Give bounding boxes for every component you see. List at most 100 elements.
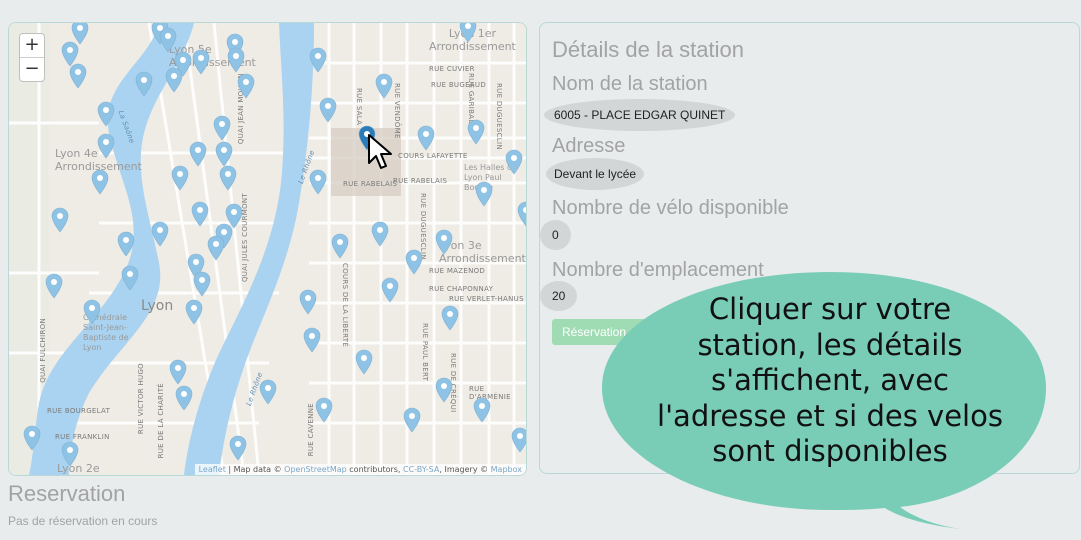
map-pin-icon — [97, 133, 115, 159]
reservation-title: Reservation — [8, 481, 126, 506]
map-pin-icon — [215, 141, 233, 167]
attribution-text: , Imagery © — [439, 465, 489, 474]
station-marker[interactable] — [165, 67, 183, 93]
station-marker[interactable] — [467, 119, 485, 145]
address-label: Adresse — [552, 135, 626, 157]
station-marker[interactable] — [51, 207, 69, 233]
map-pin-icon — [303, 327, 321, 353]
station-marker[interactable] — [355, 349, 373, 375]
callout-text: Cliquer sur votre station, les détails s… — [610, 292, 1050, 470]
station-marker[interactable] — [309, 47, 327, 73]
street-label: QUAI FULCHIRON — [39, 318, 47, 383]
map-pin-icon — [213, 115, 231, 141]
station-marker[interactable] — [189, 141, 207, 167]
street-label: RUE SALA — [355, 88, 363, 126]
station-marker[interactable] — [303, 327, 321, 353]
map-pin-icon — [355, 349, 373, 375]
map-pin-icon — [135, 71, 153, 97]
station-marker[interactable] — [229, 435, 247, 461]
map-pin-icon — [69, 63, 87, 89]
station-marker[interactable] — [97, 133, 115, 159]
station-marker[interactable] — [435, 377, 453, 403]
station-marker[interactable] — [517, 201, 526, 227]
station-marker[interactable] — [175, 385, 193, 411]
station-marker[interactable] — [207, 235, 225, 261]
map-pin-icon — [165, 67, 183, 93]
license-link[interactable]: CC-BY-SA — [403, 465, 439, 474]
station-marker[interactable] — [121, 265, 139, 291]
station-marker[interactable] — [511, 427, 526, 453]
station-marker[interactable] — [69, 63, 87, 89]
station-marker[interactable] — [299, 289, 317, 315]
station-marker[interactable] — [97, 101, 115, 127]
station-marker[interactable] — [441, 305, 459, 331]
station-marker[interactable] — [83, 299, 101, 325]
station-marker[interactable] — [117, 231, 135, 257]
station-marker[interactable] — [405, 249, 423, 275]
station-marker[interactable] — [309, 169, 327, 195]
map-pin-icon — [259, 379, 277, 405]
station-marker[interactable] — [215, 141, 233, 167]
station-marker[interactable] — [213, 115, 231, 141]
zoom-out-button[interactable]: − — [20, 58, 44, 81]
map-pin-icon — [207, 235, 225, 261]
station-map[interactable]: Lyon 1er Arrondissement Lyon 4e Arrondis… — [8, 22, 527, 476]
leaflet-link[interactable]: Leaflet — [199, 465, 226, 474]
station-marker[interactable] — [237, 73, 255, 99]
station-marker[interactable] — [259, 379, 277, 405]
address-value: Devant le lycée — [546, 158, 645, 190]
area-label-lyon: Lyon — [141, 298, 174, 314]
map-pin-icon — [159, 27, 177, 53]
station-marker[interactable] — [331, 233, 349, 259]
station-marker[interactable] — [91, 169, 109, 195]
mapbox-link[interactable]: Mapbox — [491, 465, 522, 474]
station-marker[interactable] — [227, 47, 245, 73]
station-marker[interactable] — [375, 73, 393, 99]
map-pin-icon — [191, 201, 209, 227]
street-label: COURS LAFAYETTE — [398, 152, 468, 160]
map-pin-icon — [467, 119, 485, 145]
station-marker[interactable] — [475, 181, 493, 207]
station-marker[interactable] — [192, 49, 210, 75]
station-marker[interactable] — [219, 165, 237, 191]
callout-line: Cliquer sur votre — [708, 292, 952, 326]
map-pin-icon — [319, 97, 337, 123]
zoom-in-button[interactable]: + — [20, 34, 44, 58]
station-marker[interactable] — [459, 23, 477, 43]
map-pin-icon — [189, 141, 207, 167]
station-marker[interactable] — [319, 97, 337, 123]
map-pin-icon — [45, 273, 63, 299]
street-label: RUE VICTOR HUGO — [137, 363, 145, 435]
station-marker[interactable] — [315, 397, 333, 423]
street-label: RUE CHAPONNAY — [429, 285, 494, 293]
map-pin-icon — [511, 427, 526, 453]
map-pin-icon — [237, 73, 255, 99]
station-marker[interactable] — [159, 27, 177, 53]
slots-value: 20 — [540, 281, 578, 311]
station-marker[interactable] — [193, 271, 211, 297]
station-marker[interactable] — [185, 299, 203, 325]
map-pin-icon — [371, 221, 389, 247]
station-marker[interactable] — [403, 407, 421, 433]
station-marker[interactable] — [381, 277, 399, 303]
station-marker[interactable] — [151, 221, 169, 247]
station-marker[interactable] — [171, 165, 189, 191]
station-marker[interactable] — [135, 71, 153, 97]
station-marker[interactable] — [417, 125, 435, 151]
station-marker[interactable] — [505, 149, 523, 175]
station-marker[interactable] — [61, 441, 79, 467]
map-pin-icon — [517, 201, 526, 227]
station-marker[interactable] — [435, 229, 453, 255]
osm-link[interactable]: OpenStreetMap — [284, 465, 347, 474]
map-pin-icon — [171, 165, 189, 191]
map-pin-icon — [97, 101, 115, 127]
map-pin-icon — [91, 169, 109, 195]
station-marker[interactable] — [45, 273, 63, 299]
station-marker[interactable] — [191, 201, 209, 227]
map-pin-icon — [403, 407, 421, 433]
station-marker[interactable] — [473, 397, 491, 423]
details-title: Détails de la station — [552, 37, 744, 62]
station-marker[interactable] — [169, 359, 187, 385]
station-marker[interactable] — [371, 221, 389, 247]
station-marker[interactable] — [23, 425, 41, 451]
